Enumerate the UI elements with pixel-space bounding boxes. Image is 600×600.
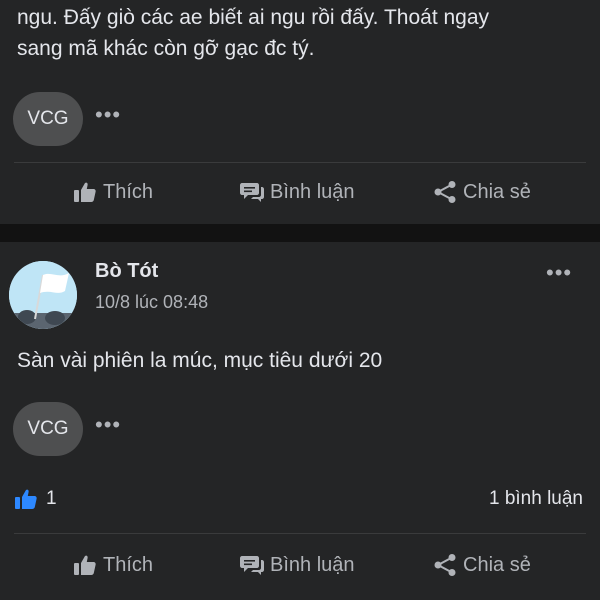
like-button[interactable]: Thích bbox=[73, 168, 153, 216]
divider bbox=[14, 162, 586, 163]
reactor-row: VCG ••• bbox=[13, 402, 121, 456]
like-count[interactable]: 1 bbox=[14, 482, 57, 516]
news-feed: ngu. Đấy giò các ae biết ai ngu rồi đấy.… bbox=[0, 0, 600, 600]
share-icon bbox=[434, 181, 456, 203]
share-label: Chia sẻ bbox=[463, 553, 531, 576]
comment-count[interactable]: 1 bình luận bbox=[489, 482, 583, 516]
comment-button[interactable]: Bình luận bbox=[240, 168, 355, 216]
divider bbox=[14, 533, 586, 534]
share-button[interactable]: Chia sẻ bbox=[433, 168, 531, 216]
author-name[interactable]: Bò Tót bbox=[95, 260, 158, 283]
post-card: Bò Tót 10/8 lúc 08:48 ••• Sàn vài phiên … bbox=[0, 242, 600, 600]
like-label: Thích bbox=[103, 180, 154, 203]
more-options-icon[interactable]: ••• bbox=[95, 104, 121, 128]
thumbs-up-icon bbox=[74, 555, 96, 575]
post-separator bbox=[0, 224, 600, 242]
post-header: Bò Tót 10/8 lúc 08:48 ••• bbox=[0, 242, 600, 332]
comment-bubble-icon bbox=[240, 556, 264, 575]
reactor-chip[interactable]: VCG bbox=[13, 402, 83, 456]
comment-bubble-icon bbox=[240, 183, 264, 202]
more-options-icon[interactable]: ••• bbox=[546, 260, 572, 286]
share-button[interactable]: Chia sẻ bbox=[433, 541, 531, 589]
post-timestamp[interactable]: 10/8 lúc 08:48 bbox=[95, 292, 208, 313]
post-action-bar: Thích Bình luận Chia sẻ bbox=[0, 168, 600, 216]
post-text: ngu. Đấy giò các ae biết ai ngu rồi đấy.… bbox=[17, 6, 490, 60]
reactor-chip[interactable]: VCG bbox=[13, 92, 83, 146]
share-icon bbox=[434, 554, 456, 576]
comment-label: Bình luận bbox=[270, 180, 355, 203]
like-button[interactable]: Thích bbox=[73, 541, 153, 589]
like-reaction-icon bbox=[15, 489, 37, 509]
more-options-icon[interactable]: ••• bbox=[95, 414, 121, 438]
post-text: Sàn vài phiên la múc, mục tiêu dưới 20 bbox=[17, 349, 383, 372]
like-label: Thích bbox=[103, 553, 154, 576]
comment-button[interactable]: Bình luận bbox=[240, 541, 355, 589]
post-card: ngu. Đấy giò các ae biết ai ngu rồi đấy.… bbox=[0, 0, 600, 224]
post-action-bar: Thích Bình luận Chia sẻ bbox=[0, 541, 600, 589]
thumbs-up-icon bbox=[74, 182, 96, 202]
share-label: Chia sẻ bbox=[463, 180, 531, 203]
avatar[interactable] bbox=[9, 261, 77, 329]
reaction-summary: 1 1 bình luận bbox=[0, 482, 600, 516]
like-count-value: 1 bbox=[46, 488, 57, 509]
reactor-row: VCG ••• bbox=[13, 92, 121, 146]
white-flag-avatar bbox=[9, 261, 77, 329]
comment-label: Bình luận bbox=[270, 553, 355, 576]
